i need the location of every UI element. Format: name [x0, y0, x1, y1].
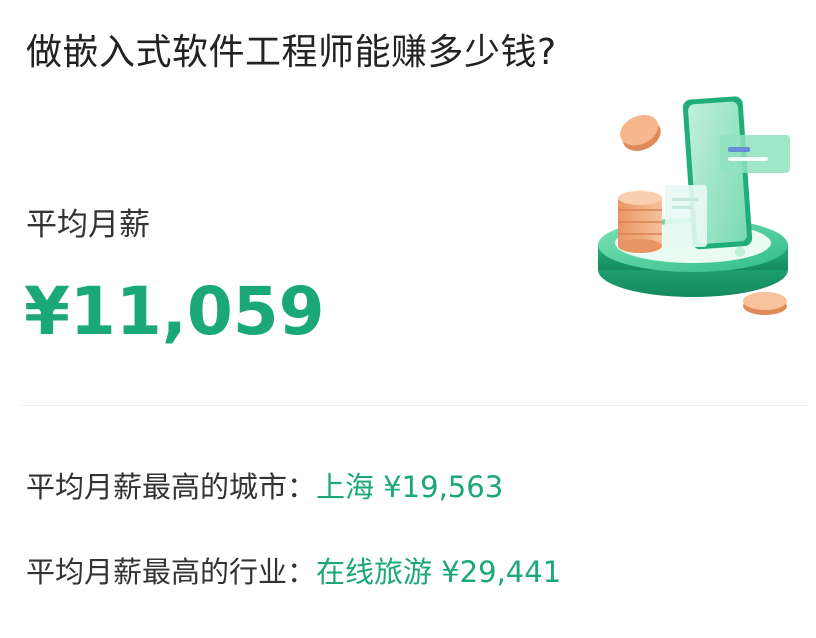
highest-city-row: 平均月薪最高的城市：上海 ¥19,563: [26, 467, 503, 507]
highest-city-value[interactable]: 上海 ¥19,563: [316, 470, 503, 504]
highest-industry-label: 平均月薪最高的行业：: [26, 555, 317, 589]
highest-industry-value[interactable]: 在线旅游 ¥29,441: [316, 555, 561, 589]
highest-industry-row: 平均月薪最高的行业：在线旅游 ¥29,441: [26, 552, 561, 592]
average-salary-value: ¥11,059: [24, 273, 325, 350]
money-phone-podium-icon: [598, 96, 790, 315]
divider: [22, 405, 808, 406]
page-title: 做嵌入式软件工程师能赚多少钱?: [26, 32, 557, 73]
highest-city-label: 平均月薪最高的城市：: [26, 470, 317, 504]
average-salary-label: 平均月薪: [26, 207, 150, 243]
salary-card: 做嵌入式软件工程师能赚多少钱? 平均月薪 ¥11,059 平均月薪最高的城市：上…: [0, 0, 816, 638]
